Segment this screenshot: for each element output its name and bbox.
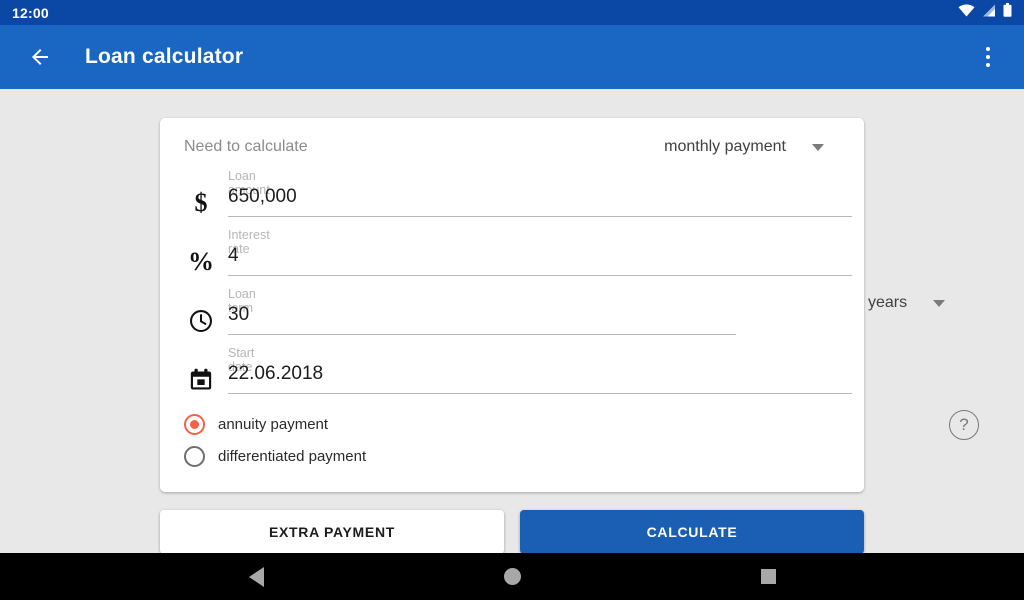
calculation-type-select[interactable]: monthly payment (664, 138, 840, 156)
radio-label-annuity: annuity payment (218, 416, 329, 433)
radio-differentiated-payment[interactable]: differentiated payment (184, 446, 366, 467)
clock-icon (184, 304, 218, 338)
interest-rate-input[interactable]: 4 (228, 245, 239, 267)
chevron-down-icon (812, 143, 824, 151)
content-area: Need to calculate monthly payment $ Loan… (0, 89, 1024, 554)
status-bar: 12:00 (0, 0, 1024, 25)
help-circle-icon[interactable]: ? (949, 410, 979, 440)
loan-term-input[interactable]: 30 (228, 304, 249, 326)
field-underline (228, 393, 852, 394)
nav-back-icon[interactable] (192, 553, 320, 600)
card-header: Need to calculate monthly payment (160, 118, 864, 176)
status-bar-icons (958, 3, 1012, 22)
loan-term-unit-select[interactable]: years (868, 294, 946, 312)
extra-payment-button[interactable]: EXTRA PAYMENT (160, 510, 504, 554)
app-bar: Loan calculator (0, 25, 1024, 89)
radio-selected-icon (184, 414, 205, 435)
page-title: Loan calculator (85, 45, 244, 68)
start-date-input[interactable]: 22.06.2018 (228, 363, 323, 385)
loan-amount-input[interactable]: 650,000 (228, 186, 297, 208)
loan-term-unit-value: years (868, 294, 908, 311)
nav-recents-icon[interactable] (704, 553, 832, 600)
calculate-button[interactable]: CALCULATE (520, 510, 864, 554)
nav-home-icon[interactable] (448, 553, 576, 600)
wifi-icon (958, 3, 975, 22)
android-nav-bar (0, 553, 1024, 600)
calculation-type-value: monthly payment (664, 138, 786, 155)
battery-icon (1003, 3, 1012, 22)
field-underline (228, 216, 852, 217)
more-vert-icon[interactable] (968, 33, 1008, 81)
cellular-signal-icon (982, 4, 996, 22)
radio-unselected-icon (184, 446, 205, 467)
android-screen: 12:00 Loan calculator Need to calculate (0, 0, 1024, 600)
radio-label-differentiated: differentiated payment (218, 448, 367, 465)
back-arrow-icon[interactable] (16, 33, 64, 81)
status-bar-clock: 12:00 (12, 4, 49, 21)
need-to-calculate-label: Need to calculate (184, 138, 308, 155)
dollar-icon: $ (194, 188, 208, 217)
calendar-icon (184, 363, 218, 397)
radio-annuity-payment[interactable]: annuity payment (184, 414, 328, 435)
percent-icon: % (188, 247, 214, 276)
help-glyph: ? (959, 415, 969, 434)
loan-input-card: Need to calculate monthly payment $ Loan… (160, 118, 979, 492)
chevron-down-icon (933, 299, 946, 307)
field-underline (228, 275, 852, 276)
field-underline (228, 334, 736, 335)
